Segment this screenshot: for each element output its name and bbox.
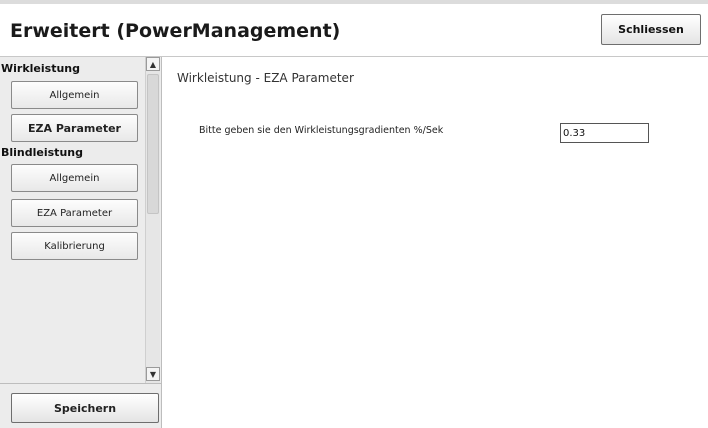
- chevron-up-icon[interactable]: ▲: [146, 57, 160, 71]
- page-title: Erweitert (PowerManagement): [10, 20, 341, 42]
- nav-wirkleistung-allgemein[interactable]: Allgemein: [11, 81, 138, 109]
- content-title: Wirkleistung - EZA Parameter: [177, 71, 354, 85]
- gradient-field-label: Bitte geben sie den Wirkleistungsgradien…: [199, 125, 444, 136]
- nav-blindleistung-kalibrierung[interactable]: Kalibrierung: [11, 232, 138, 260]
- nav-blindleistung-eza-parameter[interactable]: EZA Parameter: [11, 199, 138, 227]
- chevron-down-icon[interactable]: ▼: [146, 367, 160, 381]
- section-label-wirkleistung: Wirkleistung: [1, 62, 80, 75]
- section-label-blindleistung: Blindleistung: [1, 146, 83, 159]
- gradient-input[interactable]: [560, 123, 649, 143]
- sidebar-divider: [0, 383, 161, 384]
- nav-blindleistung-allgemein[interactable]: Allgemein: [11, 164, 138, 192]
- close-button[interactable]: Schliessen: [601, 14, 701, 45]
- sidebar: Wirkleistung Allgemein EZA Parameter Bli…: [0, 57, 162, 428]
- sidebar-scrollbar[interactable]: ▲ ▼: [145, 57, 160, 383]
- save-button[interactable]: Speichern: [11, 393, 159, 423]
- nav-wirkleistung-eza-parameter[interactable]: EZA Parameter: [11, 114, 138, 142]
- scrollbar-thumb[interactable]: [147, 74, 159, 214]
- header-bar: Erweitert (PowerManagement) Schliessen: [0, 4, 708, 57]
